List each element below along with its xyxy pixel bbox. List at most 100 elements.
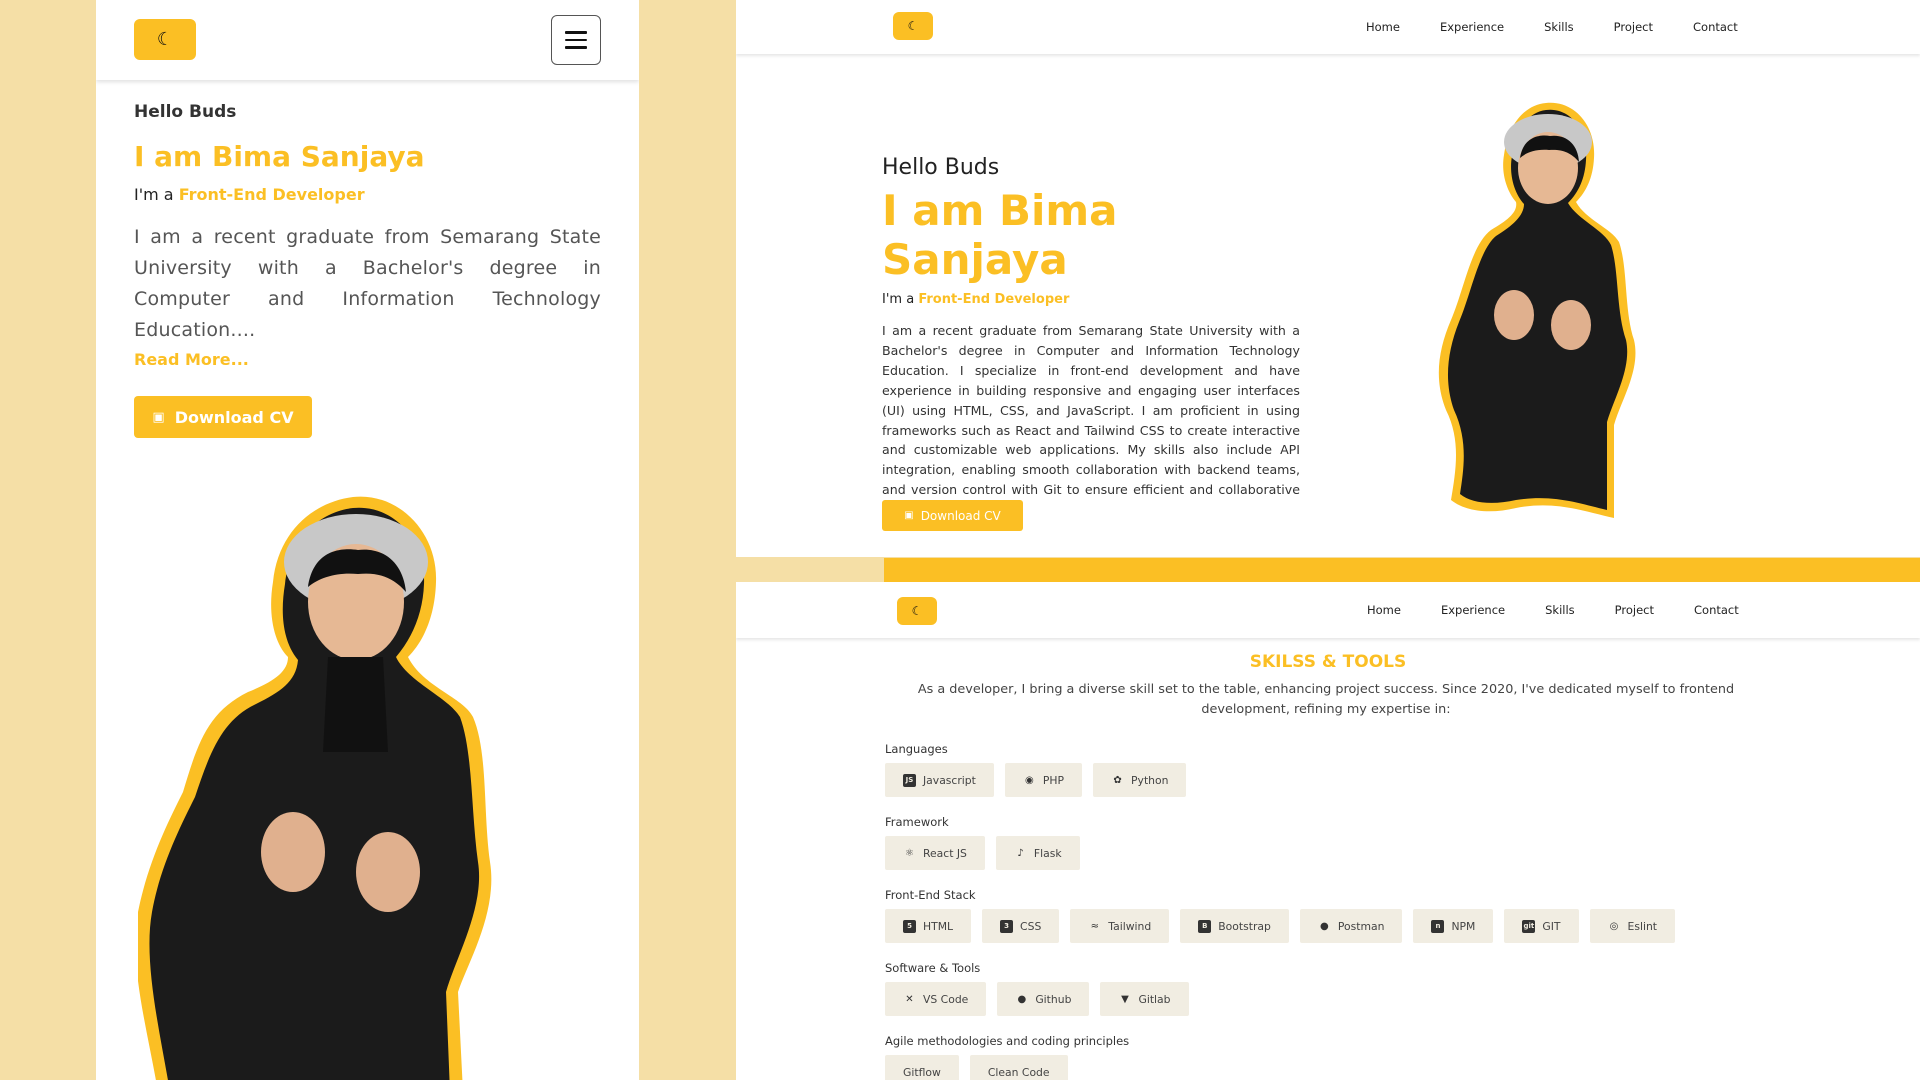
moon-icon: ☾ [907,19,919,33]
role-line: I'm a Front-End Developer [134,185,601,204]
hero-name: I am Bima Sanjaya [134,140,425,173]
skill-chip: JS Javascript [885,763,994,797]
menu-icon-line [565,31,587,34]
hamburger-menu-button[interactable] [551,15,601,65]
skill-chip-label: HTML [923,919,954,933]
role-title: Front-End Developer [918,292,1070,307]
skill-chip: B Bootstrap [1180,909,1289,943]
role-line: I'm a Front-End Developer [882,292,1300,307]
skill-chip-row: 5 HTML 3 CSS ≈ Tailwind B Bootstrap ● Postman n NPM… [885,909,1785,943]
tailwind-icon: ≈ [1090,920,1099,932]
skill-chip: ◉ PHP [1004,763,1083,797]
eslint-icon: ◎ [1609,920,1619,932]
postman-icon: ● [1320,920,1329,932]
greeting: Hello Buds [134,102,237,122]
desktop-hero-preview: ☾ Home Experience Skills Project Contact… [736,0,1920,557]
skill-chip-label: Clean Code [987,1065,1050,1079]
skill-chip: ● Github [997,982,1090,1016]
flask-icon: ♪ [1017,847,1024,859]
hero-description: I am a recent graduate from Semarang Sta… [134,226,601,341]
hero-text: Hello Buds I am Bima Sanjaya I'm a Front… [882,155,1300,520]
profile-photo [138,496,492,1080]
skill-chip: ≈ Tailwind [1070,909,1170,943]
hero-description: I am a recent graduate from Semarang Sta… [882,323,1300,517]
skill-chip: ▼ Gitlab [1100,982,1189,1016]
desktop-header: ☾ Home Experience Skills Project Contact [736,0,1920,54]
skill-chip-label: Github [1035,992,1072,1006]
hero-name: I am Bima Sanjaya [882,186,1118,284]
skills-intro: As a developer, I bring a diverse skill … [917,682,1735,717]
mobile-hero-text: Hello Buds I am Bima Sanjaya I'm a Front… [134,100,601,369]
skills-list: Languages JS Javascript ◉ PHP ✿ Python Framewor… [885,742,1785,1080]
nav-experience[interactable]: Experience [1440,20,1504,34]
profile-photo [1438,102,1636,518]
skill-chip: ✕ VS Code [885,982,987,1016]
main-nav: Home Experience Skills Project Contact [1366,0,1778,54]
react-icon: ⚛ [905,847,914,859]
skill-chip-row: ⚛ React JS ♪ Flask [885,836,1785,870]
theme-toggle-button[interactable]: ☾ [897,597,937,625]
skill-chip-row: Gitflow Clean Code [885,1055,1785,1080]
skill-chip-label: Postman [1337,919,1385,933]
nav-skills[interactable]: Skills [1545,603,1575,617]
role-title: Front-End Developer [178,185,365,204]
mobile-preview: ☾ Hello Buds I am Bima Sanjaya I'm a Fro… [96,0,639,1080]
html5-icon: 5 [903,919,916,933]
skill-chip: 3 CSS [982,909,1060,943]
skill-chip-label: GIT [1542,919,1561,933]
desktop-header: ☾ Home Experience Skills Project Contact [736,582,1920,638]
skill-chip-label: React JS [923,846,967,860]
skill-chip-label: CSS [1020,919,1042,933]
nav-project[interactable]: Project [1614,20,1653,34]
read-more-link[interactable]: Read More... [134,350,601,369]
main-nav: Home Experience Skills Project Contact [1367,582,1779,638]
skill-chip: ♪ Flask [995,836,1080,870]
skill-chip: git GIT [1504,909,1579,943]
skill-chip-label: VS Code [923,992,969,1006]
skill-category-label: Front-End Stack [885,888,976,902]
skill-category-label: Software & Tools [885,961,981,975]
nav-contact[interactable]: Contact [1693,20,1738,34]
gitlab-icon: ▼ [1121,993,1129,1005]
skill-category-label: Agile methodologies and coding principle… [885,1034,1130,1048]
download-cv-button[interactable]: ▣ Download CV [882,500,1023,531]
nav-project[interactable]: Project [1615,603,1654,617]
skill-chip: ⚛ React JS [885,836,985,870]
nav-home[interactable]: Home [1366,20,1400,34]
python-icon: ✿ [1113,774,1122,786]
theme-toggle-button[interactable]: ☾ [893,12,933,40]
nav-contact[interactable]: Contact [1694,603,1739,617]
skill-category-label: Languages [885,742,948,756]
skill-chip-label: Eslint [1627,919,1658,933]
nav-skills[interactable]: Skills [1544,20,1574,34]
skill-chip-row: ✕ VS Code ● Github ▼ Gitlab [885,982,1785,1016]
php-icon: ◉ [1025,774,1034,786]
skill-category-label: Framework [885,815,949,829]
theme-toggle-button[interactable]: ☾ [134,19,196,60]
nav-experience[interactable]: Experience [1441,603,1505,617]
nav-home[interactable]: Home [1367,603,1401,617]
download-cv-label: Download CV [920,508,1001,523]
download-icon: ▣ [152,409,165,425]
download-icon: ▣ [904,510,914,521]
moon-icon: ☾ [911,604,923,618]
menu-icon-line [565,38,587,42]
skill-chip: ◎ Eslint [1589,909,1676,943]
css3-icon: 3 [1000,919,1014,933]
skill-chip-row: JS Javascript ◉ PHP ✿ Python [885,763,1785,797]
bootstrap-icon: B [1198,919,1212,933]
moon-icon: ☾ [156,28,174,50]
git-icon: git [1522,919,1536,933]
skill-chip-label: Python [1131,773,1169,787]
skill-chip: n NPM [1413,909,1494,943]
skill-chip-label: Gitflow [903,1065,941,1079]
skill-chip-label: PHP [1042,773,1065,787]
skill-chip-label: Tailwind [1108,919,1152,933]
divider-bar [884,558,1920,582]
skill-chip: 5 HTML [885,909,972,943]
skill-chip-label: Bootstrap [1218,919,1271,933]
download-cv-button[interactable]: ▣ Download CV [134,396,312,438]
menu-icon-line [565,46,587,49]
npm-icon: n [1431,919,1445,933]
skill-chip: Gitflow [885,1055,959,1080]
